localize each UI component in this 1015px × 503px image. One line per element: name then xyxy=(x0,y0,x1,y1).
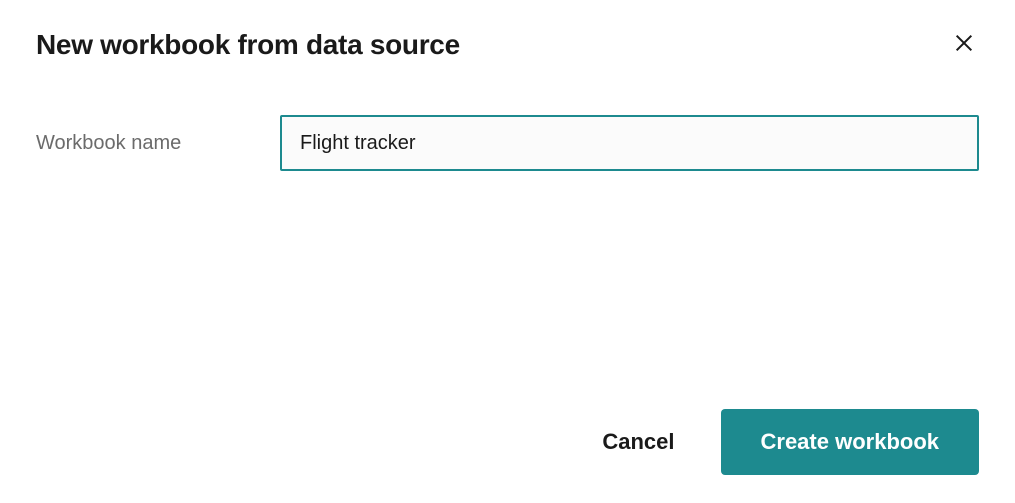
close-button[interactable] xyxy=(949,28,979,61)
workbook-name-row: Workbook name xyxy=(36,115,979,171)
new-workbook-dialog: New workbook from data source Workbook n… xyxy=(0,0,1015,503)
dialog-title: New workbook from data source xyxy=(36,29,460,61)
workbook-name-label: Workbook name xyxy=(36,132,256,155)
create-workbook-button[interactable]: Create workbook xyxy=(721,409,980,475)
dialog-header: New workbook from data source xyxy=(36,28,979,61)
dialog-footer: Cancel Create workbook xyxy=(36,409,979,475)
close-icon xyxy=(953,32,975,57)
cancel-button[interactable]: Cancel xyxy=(592,421,684,463)
workbook-name-input[interactable] xyxy=(280,115,979,171)
